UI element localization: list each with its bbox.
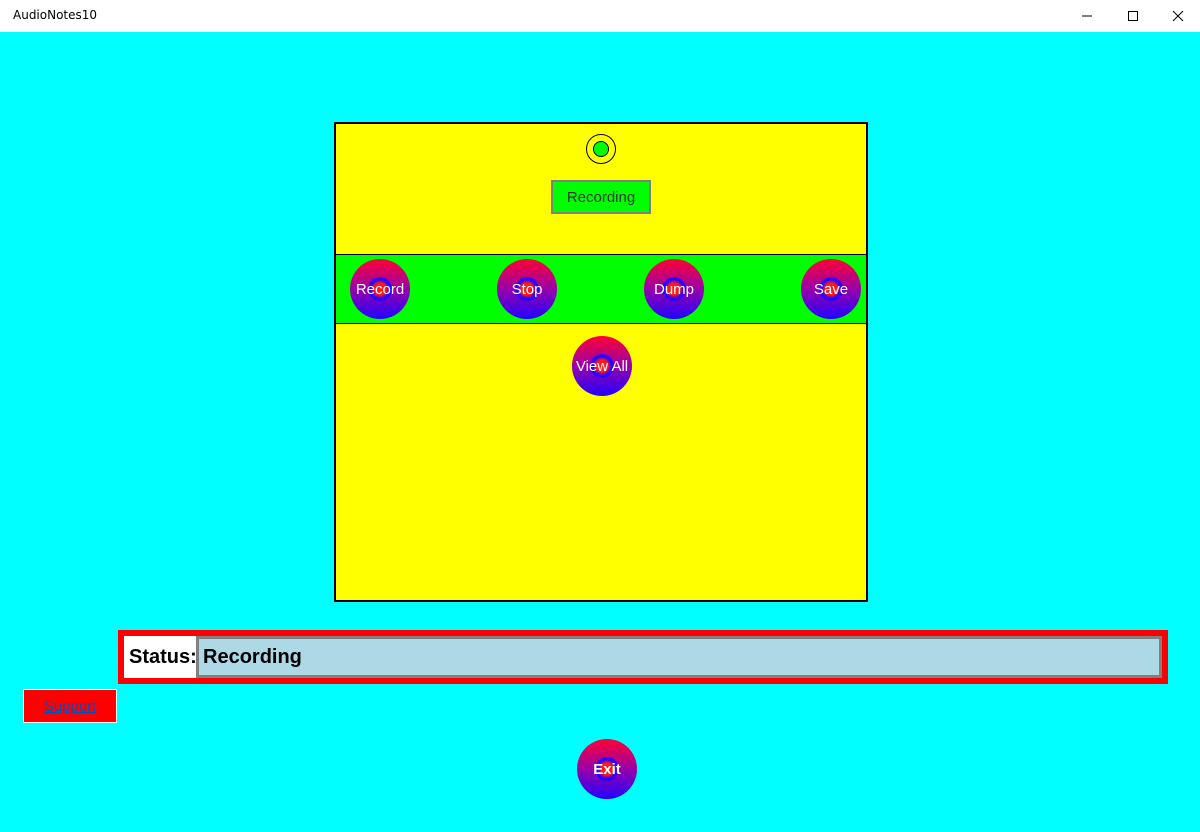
status-bar: Status: Recording [118,630,1168,684]
status-label: Status: [129,645,197,668]
minimize-icon [1082,15,1092,17]
close-icon [1172,10,1184,22]
view-all-button[interactable]: View All [572,336,632,396]
support-link[interactable]: Support [23,689,117,723]
record-button-label: Record [355,280,405,298]
maximize-button[interactable] [1110,0,1156,32]
mode-label: Recording [551,180,651,214]
view-all-button-label: View All [575,357,629,375]
save-button-label: Save [813,280,849,298]
record-button[interactable]: Record [350,259,410,319]
dump-button-label: Dump [653,280,694,298]
stop-button-label: Stop [511,280,543,298]
exit-button-label: Exit [593,760,621,778]
indicator-dot [593,141,609,157]
app-client-area: Recording Record Stop Dump Save View All [0,32,1200,832]
status-value: Recording [196,636,1162,678]
stop-button[interactable]: Stop [497,259,557,319]
close-button[interactable] [1155,0,1200,32]
dump-button[interactable]: Dump [644,259,704,319]
control-button-band: Record Stop Dump Save [336,254,866,324]
window-title: AudioNotes10 [13,8,98,22]
title-bar: AudioNotes10 [0,0,1200,32]
recorder-panel: Recording Record Stop Dump Save View All [334,122,868,602]
minimize-button[interactable] [1064,0,1110,32]
status-inner: Status: Recording [124,636,1162,678]
save-button[interactable]: Save [801,259,861,319]
recording-indicator-icon [586,134,616,164]
exit-button[interactable]: Exit [577,739,637,799]
maximize-icon [1128,11,1138,21]
